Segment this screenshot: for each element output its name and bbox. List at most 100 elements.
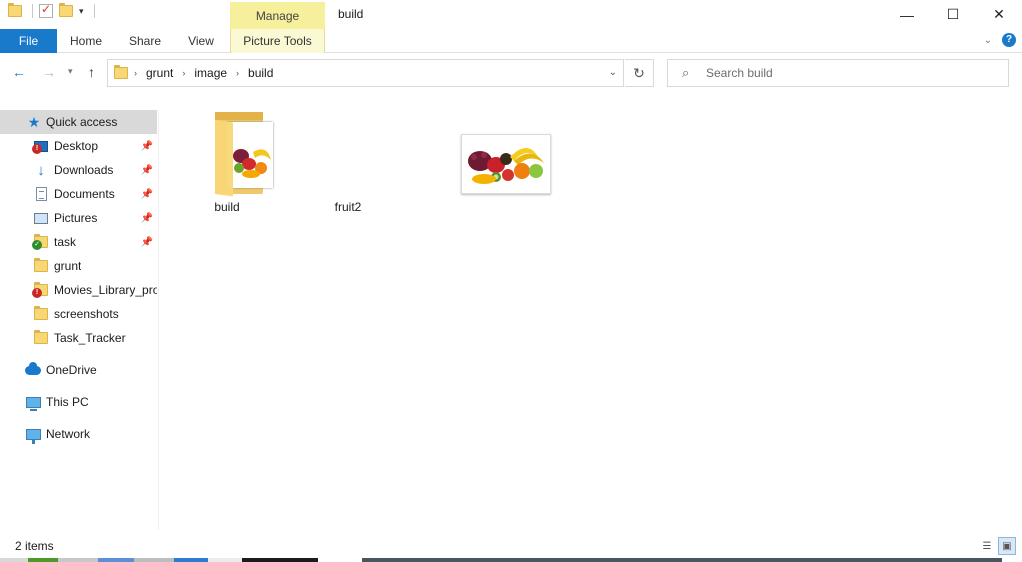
minimize-button[interactable]: — — [884, 0, 930, 29]
search-box[interactable]: ⌕ — [667, 59, 1009, 87]
address-history-icon[interactable]: ⌄ — [609, 67, 617, 78]
folder-icon — [33, 306, 49, 322]
sidebar-item-label: This PC — [46, 395, 89, 409]
window-title: build — [338, 7, 364, 21]
folder-icon[interactable] — [8, 3, 22, 17]
sidebar-item-label: Quick access — [46, 115, 118, 129]
search-icon: ⌕ — [682, 65, 690, 80]
properties-icon[interactable] — [39, 2, 53, 18]
sidebar-item-label: OneDrive — [46, 363, 97, 377]
help-icon[interactable]: ? — [1002, 33, 1016, 47]
taskbar-strip — [0, 558, 1022, 562]
manage-tab-group[interactable]: Manage — [230, 2, 325, 30]
sidebar-item-downloads[interactable]: ↓ Downloads 📌 — [0, 158, 157, 182]
pin-icon[interactable]: 📌 — [141, 213, 153, 224]
star-icon: ★ — [27, 113, 41, 130]
file-name: fruit2 — [334, 200, 362, 214]
breadcrumb-grunt[interactable]: grunt — [146, 66, 173, 80]
sidebar-item-task[interactable]: ✓ task 📌 — [0, 230, 157, 254]
sidebar-item-label: screenshots — [54, 307, 119, 321]
sidebar-item-onedrive[interactable]: OneDrive — [0, 358, 157, 382]
sidebar-item-task-tracker[interactable]: Task_Tracker — [0, 326, 157, 350]
sidebar-item-documents[interactable]: Documents 📌 — [0, 182, 157, 206]
folder-icon: ✓ — [32, 234, 49, 250]
sidebar-item-label: Desktop — [54, 139, 99, 153]
onedrive-icon — [25, 361, 41, 378]
sidebar-item-grunt[interactable]: grunt — [0, 254, 157, 278]
customize-toolbar-icon[interactable]: ▾ — [79, 6, 84, 17]
tab-view[interactable]: View — [183, 29, 219, 53]
back-arrow-icon[interactable]: ← — [12, 64, 26, 80]
fruit-preview-image — [233, 149, 271, 178]
sidebar-item-this-pc[interactable]: This PC — [0, 390, 157, 414]
close-button[interactable]: ✕ — [976, 0, 1022, 29]
refresh-button[interactable]: ↻ — [625, 59, 654, 87]
breadcrumb-image[interactable]: image — [194, 66, 227, 80]
search-input[interactable] — [706, 64, 996, 82]
expand-ribbon-icon[interactable]: ⌄ — [984, 35, 992, 46]
sidebar-item-label: Downloads — [54, 163, 114, 177]
documents-icon — [33, 186, 49, 202]
recent-locations-icon[interactable]: ▾ — [68, 66, 73, 77]
desktop-icon: ! — [32, 138, 49, 154]
tab-picture-tools[interactable]: Picture Tools — [230, 29, 325, 53]
navigation-bar: ← → ▾ ↑ › grunt › image › build ⌄ ↻ ⌕ — [0, 54, 1022, 92]
pin-icon[interactable]: 📌 — [141, 237, 153, 248]
download-icon: ↓ — [37, 161, 45, 179]
pictures-icon — [33, 210, 49, 226]
large-icons-view-icon[interactable]: ▣ — [998, 537, 1016, 555]
pin-icon[interactable]: 📌 — [141, 165, 153, 176]
pin-icon[interactable]: 📌 — [141, 141, 153, 152]
file-name: build — [214, 200, 240, 214]
folder-icon — [33, 258, 49, 274]
chevron-right-icon[interactable]: › — [182, 68, 185, 78]
toolbar-separator — [32, 4, 33, 18]
title-bar: ▾ Manage build — ☐ ✕ — [0, 0, 1022, 30]
ribbon-right-controls: ⌄ ? — [984, 33, 1016, 47]
fruit-image — [462, 135, 550, 193]
this-pc-icon — [25, 394, 41, 411]
chevron-right-icon[interactable]: › — [134, 68, 137, 78]
navigation-pane: ★ Quick access ! Desktop 📌 ↓ Downloads 📌… — [0, 110, 159, 530]
file-list: build fruit2 — [160, 95, 1022, 530]
sidebar-item-label: Pictures — [54, 211, 98, 225]
sidebar-item-label: Task_Tracker — [54, 331, 126, 345]
new-folder-icon[interactable] — [59, 3, 73, 17]
details-view-icon[interactable]: ☰ — [978, 537, 996, 555]
sidebar-item-label: Documents — [54, 187, 115, 201]
sidebar-item-label: task — [54, 235, 77, 249]
forward-arrow-icon[interactable]: → — [42, 64, 56, 80]
sidebar-item-desktop[interactable]: ! Desktop 📌 — [0, 134, 157, 158]
folder-icon: ! — [32, 282, 49, 298]
image-thumbnail[interactable] — [461, 134, 551, 194]
maximize-button[interactable]: ☐ — [930, 0, 976, 29]
tab-home[interactable]: Home — [66, 29, 106, 53]
toolbar-separator — [93, 4, 95, 18]
ribbon-tabs: File Home Share View Picture Tools ⌄ ? — [0, 29, 1022, 53]
network-icon — [25, 426, 41, 444]
pin-icon[interactable]: 📌 — [141, 189, 153, 200]
folder-icon — [33, 330, 49, 346]
status-bar: 2 items ☰ ▣ — [0, 534, 1022, 558]
breadcrumb-build[interactable]: build — [248, 66, 273, 80]
breadcrumb: › grunt › image › build — [134, 60, 273, 86]
sidebar-item-network[interactable]: Network — [0, 422, 157, 446]
item-count: 2 items — [15, 539, 54, 553]
address-bar[interactable]: › grunt › image › build ⌄ — [107, 59, 624, 87]
file-tile-build[interactable]: build — [179, 95, 275, 220]
up-arrow-icon[interactable]: ↑ — [88, 64, 95, 80]
sidebar-item-screenshots[interactable]: screenshots — [0, 302, 157, 326]
sidebar-item-label: grunt — [54, 259, 82, 273]
window-controls: — ☐ ✕ — [884, 0, 1022, 29]
tab-share[interactable]: Share — [125, 29, 165, 53]
sidebar-item-pictures[interactable]: Pictures 📌 — [0, 206, 157, 230]
chevron-right-icon[interactable]: › — [236, 68, 239, 78]
tab-file[interactable]: File — [0, 29, 57, 53]
sidebar-item-label: Network — [46, 427, 91, 441]
sidebar-item-movies-library[interactable]: ! Movies_Library_pro — [0, 278, 157, 302]
quick-access-toolbar: ▾ — [8, 2, 95, 18]
view-switcher: ☰ ▣ — [978, 537, 1016, 555]
folder-thumbnail-icon — [215, 112, 277, 197]
sidebar-item-quick-access[interactable]: ★ Quick access — [0, 110, 157, 134]
sidebar-item-label: Movies_Library_pro — [54, 283, 157, 297]
